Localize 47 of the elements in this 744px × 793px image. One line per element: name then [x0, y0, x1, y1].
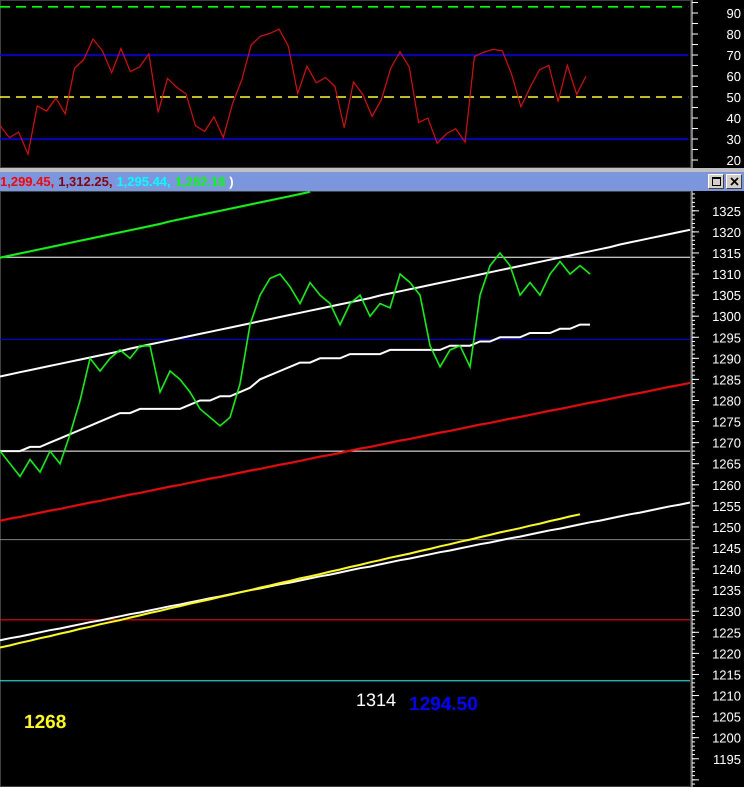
price-label: 1268 [24, 712, 66, 734]
maximize-button[interactable] [708, 174, 724, 189]
axis-label: 30 [726, 132, 741, 148]
axis-label: 20 [726, 153, 741, 168]
axis-label: 90 [726, 6, 741, 22]
axis-label: 40 [726, 111, 741, 126]
axis-label: 1245 [712, 541, 741, 556]
axis-label: 1295 [712, 330, 741, 346]
axis-label: 1195 [713, 752, 741, 767]
price-label: 1294.50 [409, 694, 478, 716]
legend-value: 1,295.44, [116, 174, 171, 189]
axis-label: 50 [726, 90, 741, 106]
legend-value: ) [229, 174, 234, 189]
axis-label: 1200 [712, 730, 741, 746]
legend-value: 1,299.45, [0, 174, 54, 189]
axis-label: 1250 [712, 520, 741, 535]
axis-label: 1205 [712, 710, 741, 725]
axis-label: 1300 [712, 309, 741, 324]
axis-label: 1290 [712, 351, 741, 366]
axis-label: 1215 [712, 667, 741, 682]
axis-label: 1230 [712, 604, 741, 620]
axis-label: 1280 [712, 393, 741, 408]
axis-label: 70 [726, 48, 741, 64]
close-icon [730, 177, 738, 186]
axis-label: 1275 [712, 414, 741, 430]
close-button[interactable] [726, 174, 742, 189]
axis-label: 1265 [712, 456, 741, 472]
axis-label: 1270 [712, 436, 741, 451]
axis-label: 1220 [712, 646, 741, 662]
axis-label: 1235 [712, 583, 741, 598]
axis-label: 1210 [712, 688, 741, 704]
price-label: 1314 [356, 690, 396, 711]
axis-label: 60 [726, 69, 741, 84]
legend-value: 1,312.25, [58, 174, 112, 189]
axis-label: 1255 [712, 498, 741, 514]
axis-label: 1320 [712, 224, 741, 240]
axis-label: 1225 [712, 625, 741, 640]
axis-label: 1325 [712, 204, 741, 219]
axis-label: 1315 [712, 246, 741, 261]
axis-label: 1240 [712, 562, 741, 578]
legend-value: 1,282.18 [174, 174, 226, 189]
axis-label: 1305 [712, 288, 741, 304]
axis-label: 1285 [712, 372, 741, 388]
axis-label: 1310 [712, 267, 741, 282]
maximize-icon [712, 177, 720, 186]
axis-label: 1260 [712, 478, 741, 493]
axis-label: 80 [726, 27, 741, 42]
